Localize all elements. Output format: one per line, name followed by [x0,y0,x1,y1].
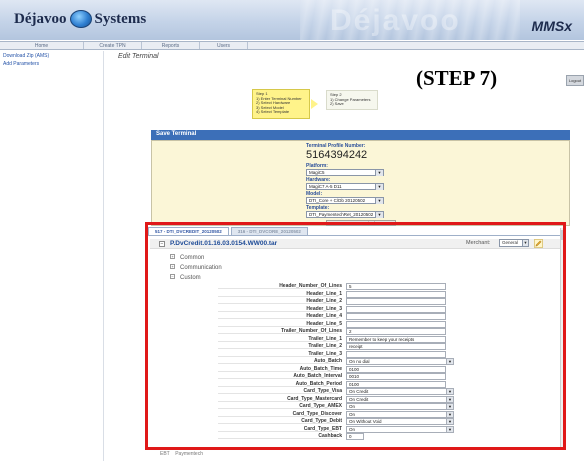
hardware-select[interactable]: MagiC7 A-5 D11 ▼ [306,183,384,190]
model-select[interactable]: DTI_Core + C/Db 20120502 ▼ [306,197,384,204]
chevron-down-icon: ▼ [375,212,383,218]
main-nav: Home Create TPN Reports Users [0,41,584,50]
model-value: DTI_Core + C/Db 20120502 [309,198,366,203]
tpn-value: 5164394242 [306,149,368,161]
chevron-down-icon: ▼ [375,184,383,190]
nav-tab-reports[interactable]: Reports [142,42,200,49]
section-ebt[interactable]: EBT [160,451,170,457]
bottom-sections: EBT Paymentech [160,451,203,457]
logout-button[interactable]: Logout [566,75,584,86]
brand-right: Systems [94,10,147,27]
nav-tab-users[interactable]: Users [200,42,248,49]
sidebar-link-download-zip[interactable]: Download Zip (AMS) [0,51,103,59]
step-2-box: Step 2 1) Change Parameters 2) Save [326,90,378,110]
page-title: Edit Terminal [118,53,159,60]
app-name: MMSx [531,18,572,34]
brand-logo: Déjavoo Systems [14,10,146,28]
hardware-value: MagiC7 A-5 D11 [309,184,342,189]
save-terminal-header: Save Terminal [151,130,570,140]
brand-left: Déjavoo [14,10,67,27]
nav-tab-create-tpn[interactable]: Create TPN [84,42,142,49]
template-value: DTI_PaymentechRet_20120502 [309,212,374,217]
header-watermark: Déjavoo [330,4,461,37]
section-paymentech[interactable]: Paymentech [175,451,203,457]
nav-tab-home[interactable]: Home [0,42,84,49]
step-annotation: (STEP 7) [416,66,498,90]
chevron-down-icon: ▼ [375,170,383,176]
template-select[interactable]: DTI_PaymentechRet_20120502 ▼ [306,211,384,218]
globe-icon [69,10,92,28]
platform-select[interactable]: MagiC5 ▼ [306,169,384,176]
sidebar-link-add-parameters[interactable]: Add Parameters [0,59,103,67]
chevron-down-icon: ▼ [375,198,383,204]
highlight-frame [145,222,566,450]
sidebar: Download Zip (AMS) Add Parameters [0,51,104,461]
step-arrow-icon [311,99,318,109]
platform-value: MagiC5 [309,170,325,175]
step-2-item: 2) Save [330,101,344,107]
app-header: Déjavoo Déjavoo Systems MMSx [0,0,584,40]
step-1-box: Step 1 1) Enter Terminal Number 2) Selec… [252,89,310,119]
step-1-item: 4) Select Template [256,109,290,115]
